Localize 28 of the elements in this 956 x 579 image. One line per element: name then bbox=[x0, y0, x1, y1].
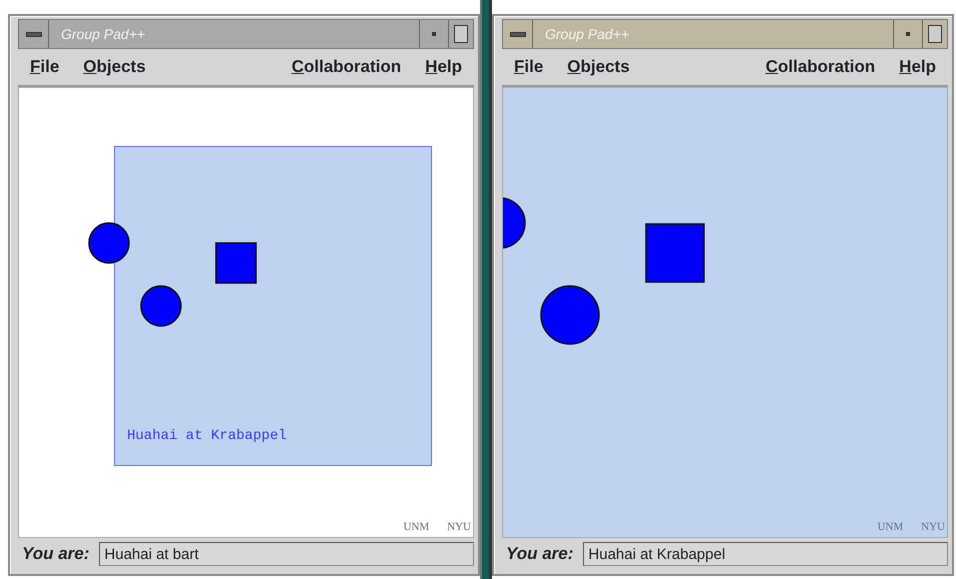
corner-label: NYU bbox=[921, 520, 945, 534]
window-title: Group Pad++ bbox=[60, 24, 146, 44]
user-label: You are: bbox=[506, 543, 574, 566]
maximize-icon[interactable] bbox=[928, 25, 942, 43]
menu-item[interactable]: File bbox=[502, 54, 556, 80]
square-shape[interactable] bbox=[215, 242, 257, 284]
corner-label: NYU bbox=[447, 520, 471, 534]
maximize-icon[interactable] bbox=[454, 25, 468, 43]
window-menu-icon[interactable] bbox=[510, 32, 526, 36]
menu-item[interactable]: Collaboration bbox=[754, 54, 888, 80]
square-shape[interactable] bbox=[645, 223, 705, 283]
menu-item[interactable]: Objects bbox=[555, 54, 642, 80]
user-name-field[interactable]: Huahai at bart bbox=[99, 542, 474, 566]
circle-shape[interactable] bbox=[88, 222, 130, 264]
menu-item[interactable]: Help bbox=[413, 54, 474, 80]
menu-item[interactable]: Objects bbox=[71, 54, 158, 80]
window-title: Group Pad++ bbox=[544, 24, 630, 44]
circle-shape[interactable] bbox=[540, 285, 600, 345]
corner-label: UNM bbox=[877, 520, 904, 534]
menu-item[interactable]: Help bbox=[887, 54, 948, 80]
window-menu-icon[interactable] bbox=[26, 32, 42, 36]
user-name-field[interactable]: Huahai at Krabappel bbox=[583, 542, 948, 566]
menu-item[interactable]: File bbox=[18, 54, 72, 80]
corner-label: UNM bbox=[403, 520, 430, 534]
user-label: You are: bbox=[22, 543, 90, 566]
viewport-label: Huahai at Krabappel bbox=[127, 427, 287, 446]
circle-shape[interactable] bbox=[140, 285, 182, 327]
menu-item[interactable]: Collaboration bbox=[280, 54, 414, 80]
